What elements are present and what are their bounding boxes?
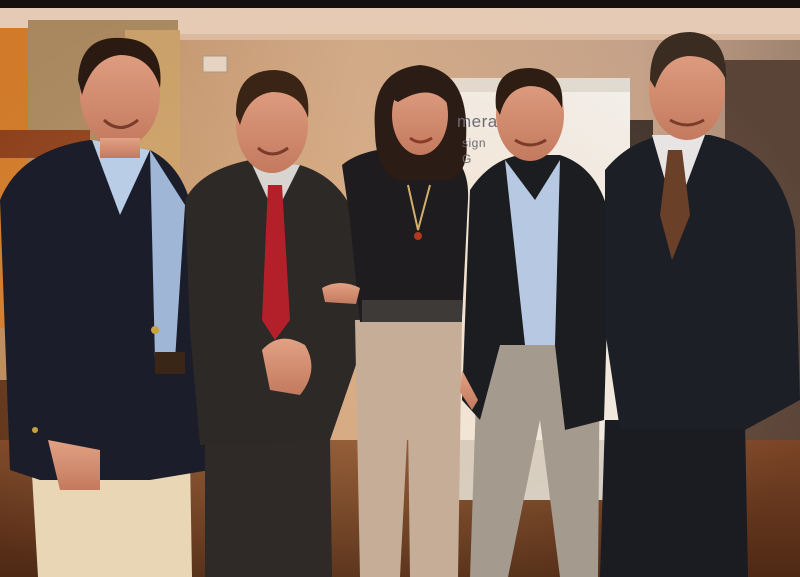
group-photo: mera sign G — [0, 0, 800, 577]
banner-text-line3: G — [462, 152, 472, 166]
photo-scene — [0, 0, 800, 577]
banner-text-word: mera — [457, 112, 498, 131]
banner-text-line2: sign — [462, 136, 487, 150]
